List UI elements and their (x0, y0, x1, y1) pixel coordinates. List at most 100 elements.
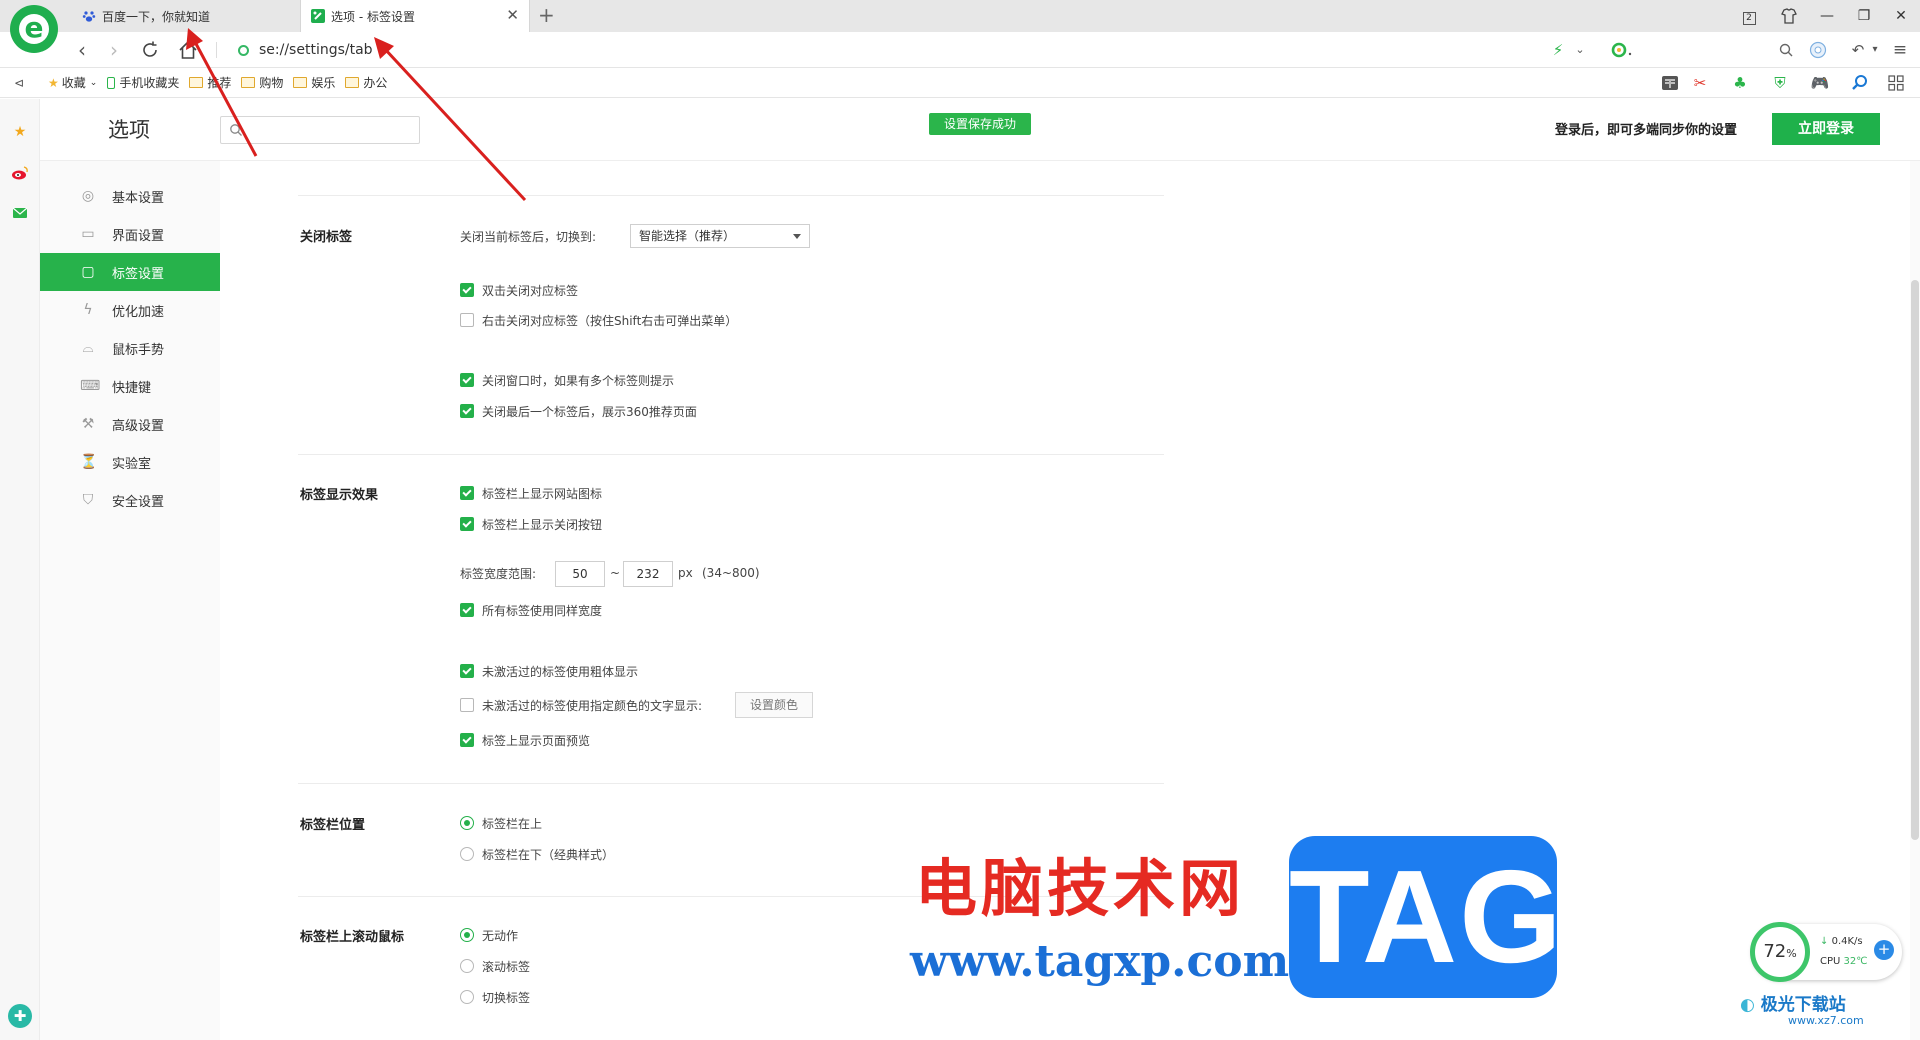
checkbox-bold-inactive[interactable]: 未激活过的标签使用粗体显示 (460, 662, 638, 680)
new-tab-button[interactable]: + (538, 4, 555, 26)
menu-icon[interactable]: ≡ (1890, 40, 1910, 60)
tab-width-unit: px (678, 566, 693, 580)
favorites-star-icon[interactable]: ★ (10, 122, 30, 142)
radio-tabbar-top[interactable]: 标签栏在上 (460, 814, 542, 832)
sidebar-item-security[interactable]: ⛉ 安全设置 (40, 481, 220, 519)
tab-width-max-input[interactable]: 232 (623, 561, 673, 587)
network-speed: ↓ 0.4K/s (1820, 936, 1863, 947)
checkbox-right-click-close[interactable]: 右击关闭对应标签（按住Shift右击可弹出菜单） (460, 311, 737, 329)
minimize-button[interactable]: — (1816, 6, 1838, 26)
reload-button[interactable] (138, 38, 162, 62)
back-button[interactable]: ‹ (70, 38, 94, 62)
memory-usage-ring[interactable]: 72% (1750, 922, 1810, 982)
chevron-down-icon: ⌄ (89, 77, 98, 88)
sidebar-item-shortcuts[interactable]: ⌨ 快捷键 (40, 367, 220, 405)
apps-grid-icon[interactable] (1886, 73, 1906, 93)
close-icon[interactable]: ✕ (506, 8, 519, 23)
radio-scroll-tabs[interactable]: 滚动标签 (460, 957, 530, 975)
reader-mode-icon[interactable] (1660, 73, 1680, 93)
checkbox[interactable] (460, 404, 474, 418)
logo-e-icon: e (24, 11, 44, 44)
chevron-down-icon[interactable]: ▾ (1870, 40, 1880, 60)
browser-logo[interactable]: e (10, 5, 58, 53)
bookmark-folder-entertainment[interactable]: 娱乐 (293, 74, 335, 91)
undo-close-icon[interactable]: ↶ (1848, 40, 1868, 60)
radio[interactable] (460, 816, 474, 830)
search-engine-icon[interactable] (1610, 40, 1636, 60)
mouse-icon: ⌓ (82, 340, 94, 356)
shield-check-icon[interactable]: ⛨ (1770, 73, 1790, 93)
checkbox-page-preview[interactable]: 标签上显示页面预览 (460, 731, 590, 749)
tab-count-badge[interactable]: 2 (1738, 6, 1760, 26)
network-status-icon[interactable]: ✚ (8, 1004, 32, 1028)
magnifier-icon[interactable] (1850, 73, 1870, 93)
sidebar-item-mouse[interactable]: ⌓ 鼠标手势 (40, 329, 220, 367)
sidebar-item-tabs[interactable]: ▢ 标签设置 (40, 253, 220, 291)
sidebar-item-interface[interactable]: ▭ 界面设置 (40, 215, 220, 253)
checkbox-color-inactive[interactable]: 未激活过的标签使用指定颜色的文字显示: (460, 696, 702, 714)
collapse-sidebar-icon[interactable]: ⊲ (14, 76, 28, 90)
close-window-button[interactable]: ✕ (1890, 6, 1912, 26)
search-icon[interactable] (1778, 40, 1794, 60)
checkbox[interactable] (460, 313, 474, 327)
watermark-cn-text: 电脑技术网 (915, 852, 1246, 925)
phone-icon (107, 76, 116, 89)
chevron-down-icon[interactable]: ⌄ (1572, 40, 1588, 60)
checkbox[interactable] (460, 664, 474, 678)
radio[interactable] (460, 990, 474, 1004)
folder-icon (345, 77, 360, 88)
sidebar-item-lab[interactable]: ⏳ 实验室 (40, 443, 220, 481)
tab-width-min-input[interactable]: 50 (555, 561, 605, 587)
bookmark-mobile[interactable]: 手机收藏夹 (107, 74, 179, 91)
login-button[interactable]: 立即登录 (1772, 113, 1880, 145)
tab-baidu[interactable]: 百度一下，你就知道 (70, 0, 300, 32)
set-color-button[interactable]: 设置颜色 (735, 692, 813, 718)
checkbox-show-favicon[interactable]: 标签栏上显示网站图标 (460, 484, 602, 502)
checkbox-show-close-button[interactable]: 标签栏上显示关闭按钮 (460, 515, 602, 533)
lightning-icon[interactable]: ⚡ (1550, 40, 1566, 60)
checkbox-same-width[interactable]: 所有标签使用同样宽度 (460, 601, 602, 619)
radio-scroll-none[interactable]: 无动作 (460, 926, 518, 944)
radio[interactable] (460, 928, 474, 942)
translate-icon[interactable] (1808, 40, 1828, 60)
checkbox[interactable] (460, 733, 474, 747)
sidebar-item-advanced[interactable]: ⚒ 高级设置 (40, 405, 220, 443)
bookmark-folder-shopping[interactable]: 购物 (241, 74, 283, 91)
checkbox-warn-multi-tabs[interactable]: 关闭窗口时，如果有多个标签则提示 (460, 371, 674, 389)
checkbox-show-360-page[interactable]: 关闭最后一个标签后，展示360推荐页面 (460, 402, 697, 420)
baidu-paw-icon (82, 9, 96, 23)
checkbox[interactable] (460, 283, 474, 297)
scissors-icon[interactable]: ✂ (1690, 73, 1710, 93)
tab-width-hint: (34~800) (702, 566, 760, 580)
home-button[interactable] (176, 38, 200, 62)
weibo-icon[interactable] (10, 163, 30, 183)
forward-button[interactable]: › (102, 38, 126, 62)
add-icon[interactable]: + (1874, 940, 1894, 960)
sidebar-item-optimize[interactable]: ϟ 优化加速 (40, 291, 220, 329)
url-field[interactable]: se://settings/tab (238, 40, 373, 60)
checkbox[interactable] (460, 373, 474, 387)
sidebar-item-basic[interactable]: ◎ 基本设置 (40, 177, 220, 215)
switch-to-select[interactable]: 智能选择（推荐） (630, 224, 810, 248)
radio-tabbar-bottom[interactable]: 标签栏在下（经典样式） (460, 845, 614, 863)
bookmark-folder-recommend[interactable]: 推荐 (189, 74, 231, 91)
gamepad-icon[interactable]: 🎮 (1810, 73, 1830, 93)
checkbox-double-click-close[interactable]: 双击关闭对应标签 (460, 281, 578, 299)
settings-search-input[interactable] (220, 116, 420, 144)
checkbox[interactable] (460, 698, 474, 712)
mail-icon[interactable] (10, 203, 30, 223)
restore-button[interactable]: ❐ (1853, 6, 1875, 26)
user-add-icon[interactable]: ♣ (1730, 73, 1750, 93)
checkbox[interactable] (460, 603, 474, 617)
scrollbar-thumb[interactable] (1911, 280, 1919, 840)
radio-switch-tabs[interactable]: 切换标签 (460, 988, 530, 1006)
checkbox[interactable] (460, 486, 474, 500)
radio[interactable] (460, 959, 474, 973)
skin-icon[interactable] (1778, 6, 1800, 26)
bookmark-favorites[interactable]: ★ 收藏 ⌄ (48, 74, 97, 91)
settings-sidebar: ◎ 基本设置 ▭ 界面设置 ▢ 标签设置 ϟ 优化加速 ⌓ 鼠标手势 ⌨ 快捷键 ⚒ 高级设置… (40, 161, 220, 1040)
tab-settings[interactable]: 选项 - 标签设置 ✕ (300, 0, 530, 32)
checkbox[interactable] (460, 517, 474, 531)
radio[interactable] (460, 847, 474, 861)
bookmark-folder-office[interactable]: 办公 (345, 74, 387, 91)
